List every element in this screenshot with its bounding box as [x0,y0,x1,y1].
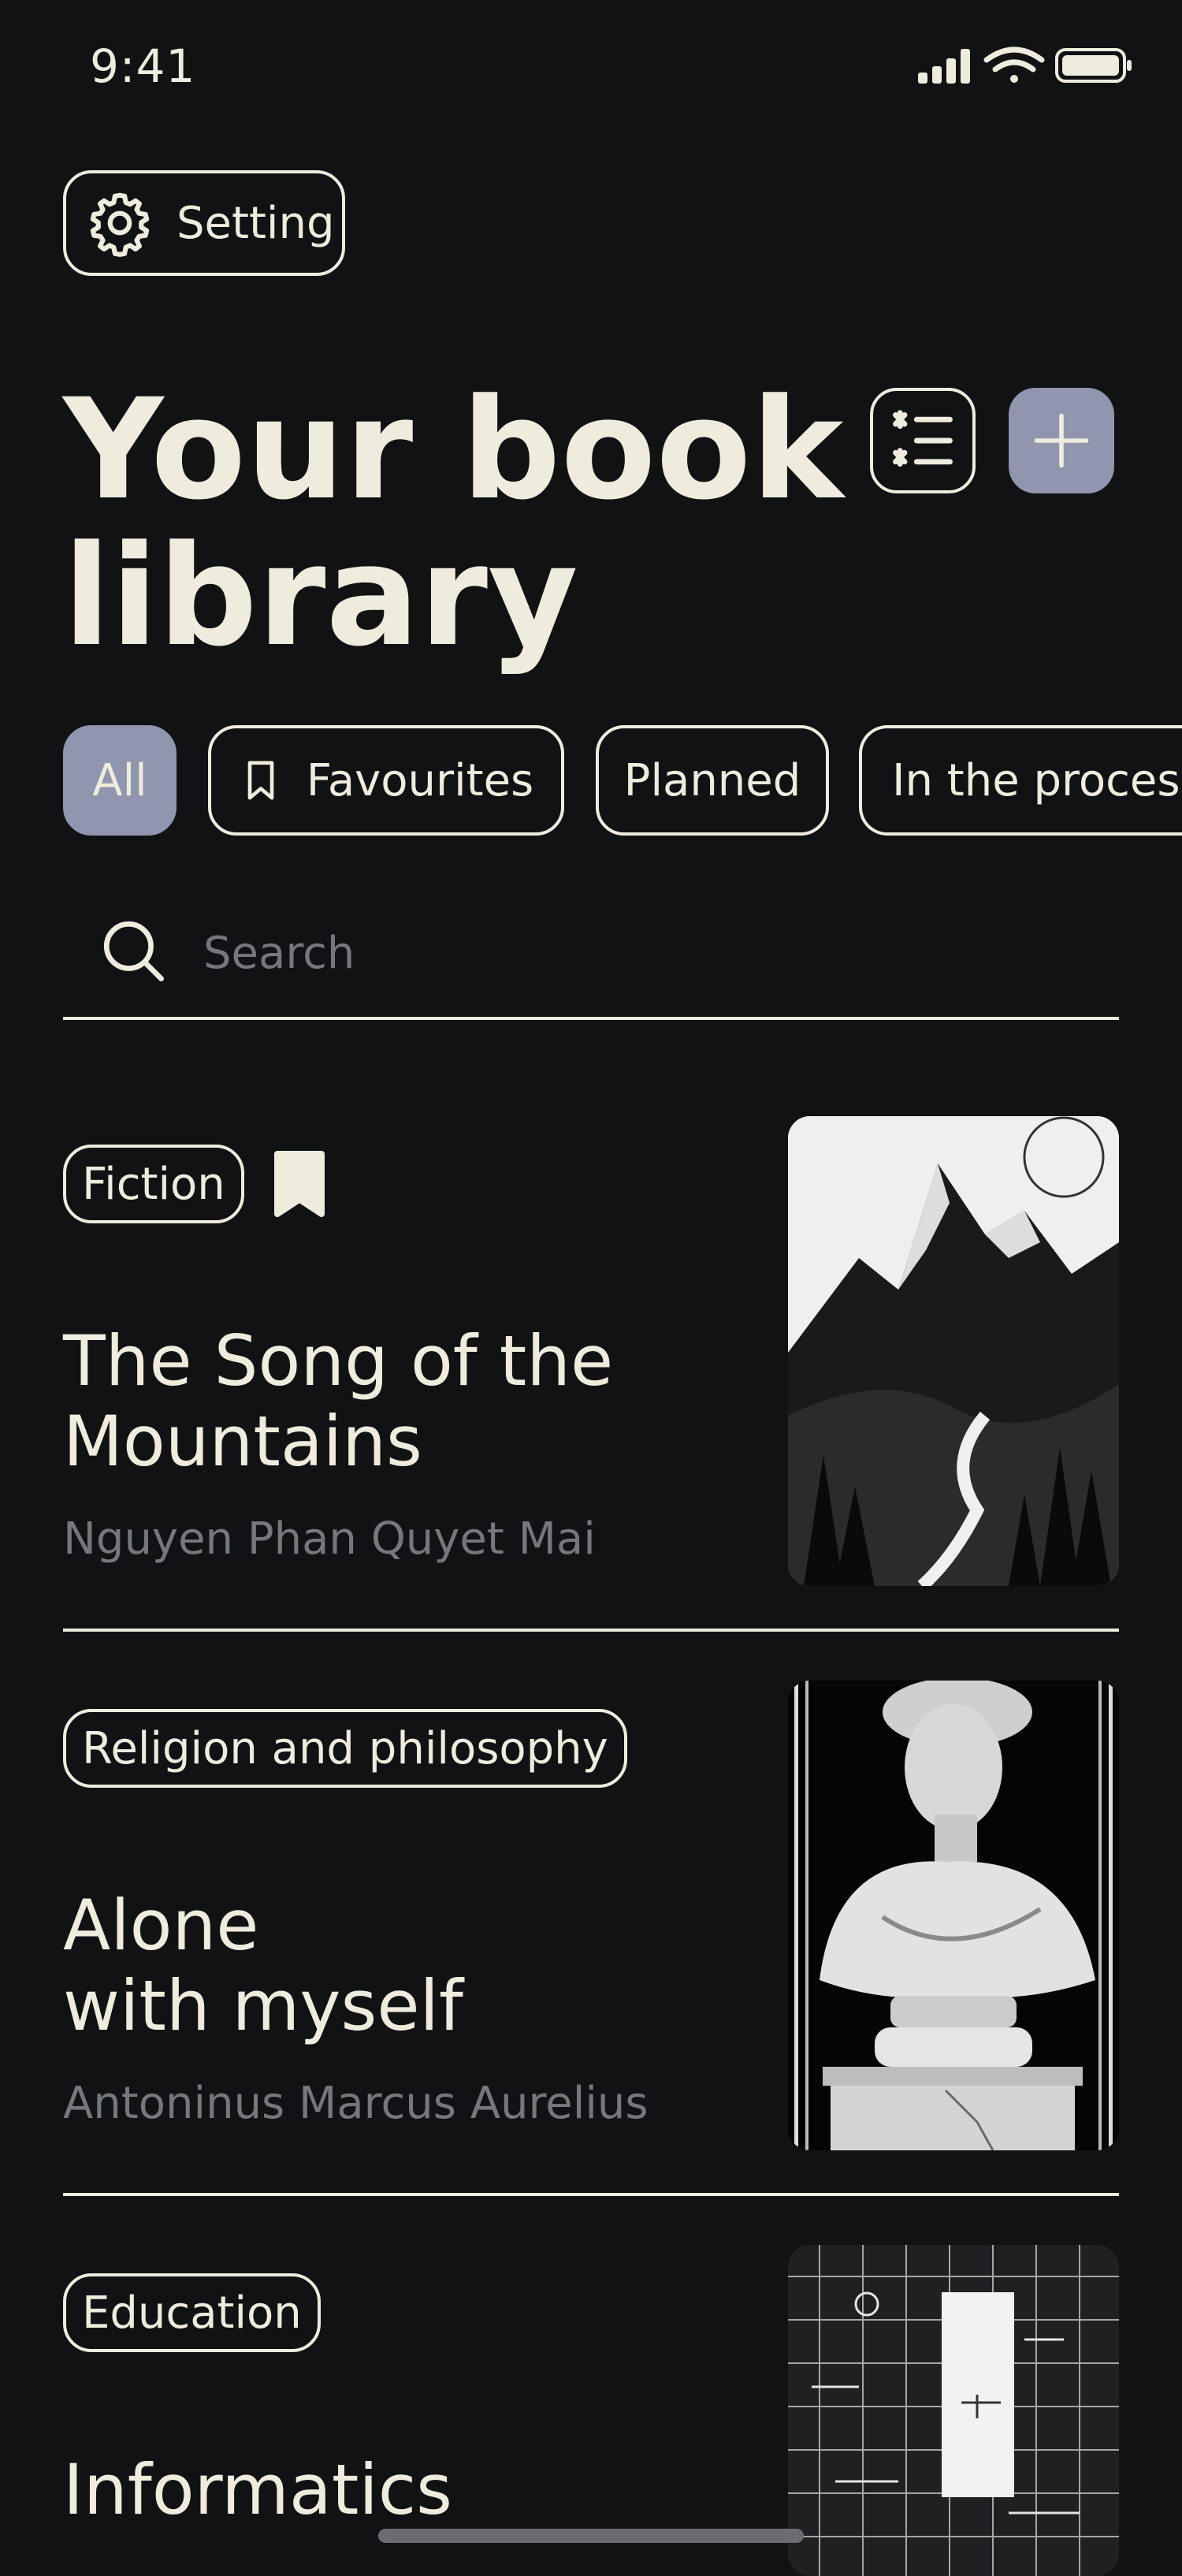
bookmark-icon [247,761,274,800]
book-author: Nguyen Phan Quyet Mai [63,1513,596,1565]
search-icon [103,921,164,981]
filter-planned[interactable]: Planned [596,725,829,836]
home-indicator [378,2529,804,2543]
list-view-button[interactable] [870,388,976,493]
battery-icon [1055,48,1132,83]
gear-icon [90,192,150,257]
search-input[interactable] [202,921,1072,985]
genre-tag-label: Religion and philosophy [82,1722,608,1774]
bookmark-filled-icon[interactable] [268,1146,331,1222]
filter-in-process-label: In the process [892,754,1182,806]
filter-planned-label: Planned [623,754,801,806]
wifi-icon [983,47,1045,83]
status-icons [918,46,1135,88]
divider [63,1629,1119,1632]
genre-tag[interactable]: Fiction [63,1145,244,1223]
book-title[interactable]: Alone with myself [63,1885,463,2046]
genre-tag[interactable]: Education [63,2273,321,2352]
filter-all[interactable]: All [63,725,177,836]
filter-favourites[interactable]: Favourites [208,725,564,836]
book-cover[interactable] [788,2245,1119,2576]
plus-icon [1034,413,1089,468]
genre-tag-label: Education [82,2287,302,2339]
page-title-line1: Your book [63,369,844,530]
book-cover[interactable] [788,1681,1119,2150]
filter-all-label: All [92,754,147,806]
book-cover[interactable] [788,1116,1119,1586]
page-title: Your book library [63,377,843,670]
setting-button[interactable]: Setting [63,170,345,276]
add-book-button[interactable] [1009,388,1114,493]
page-title-line2: library [63,516,578,677]
book-title[interactable]: The Song of the Mountains [63,1321,613,1482]
filter-in-process[interactable]: In the process [859,725,1182,836]
genre-tag[interactable]: Religion and philosophy [63,1709,627,1788]
setting-label: Setting [177,197,335,249]
divider [63,2193,1119,2196]
genre-tag-label: Fiction [82,1158,225,1210]
book-author: Antoninus Marcus Aurelius [63,2078,649,2129]
status-time: 9:41 [90,39,196,93]
book-title[interactable]: Informatics [63,2450,452,2530]
filter-favourites-label: Favourites [306,754,534,806]
checklist-icon [893,410,953,467]
signal-icon [918,49,970,84]
